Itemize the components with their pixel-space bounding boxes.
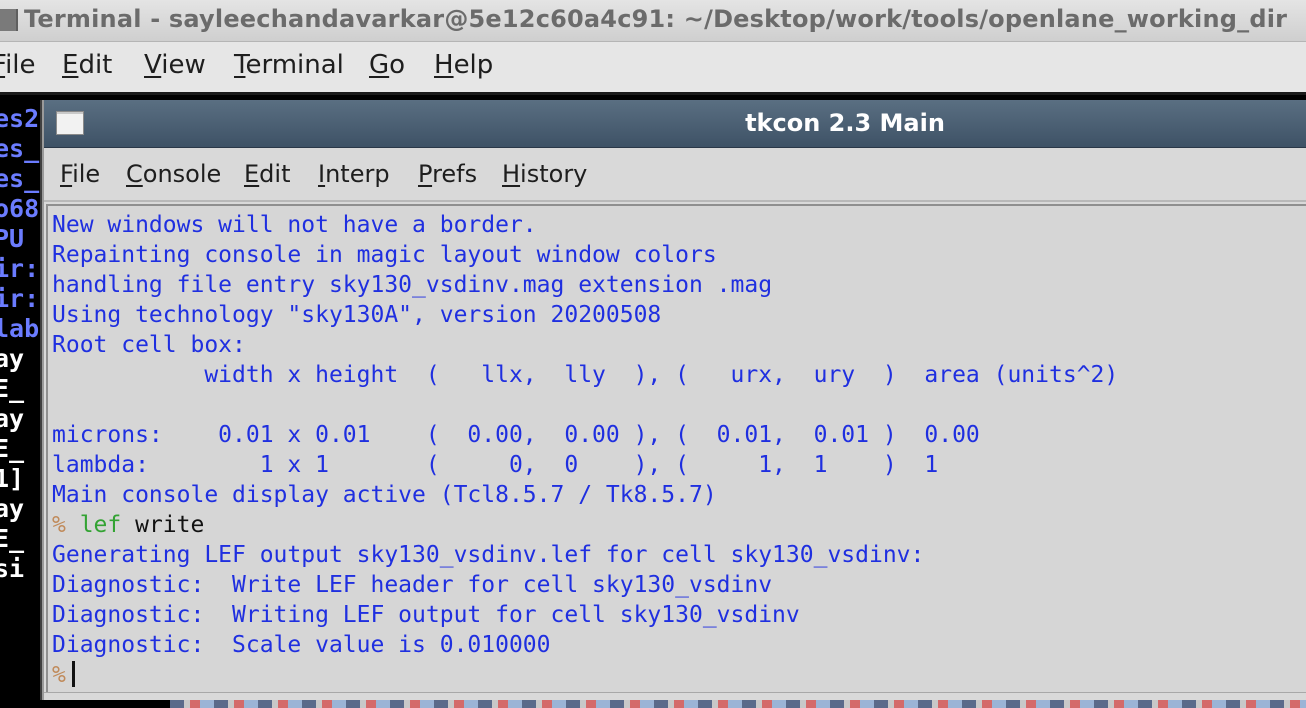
console-output-line: Repainting console in magic layout windo…	[52, 242, 717, 268]
window-menu-icon[interactable]	[0, 9, 18, 31]
menu-terminal[interactable]: Terminal	[234, 50, 344, 80]
console-command-args: write	[135, 512, 205, 538]
menu-mnemonic: V	[144, 50, 162, 80]
menu-mnemonic: I	[318, 160, 326, 188]
menu-mnemonic: E	[62, 50, 79, 80]
menu-mnemonic: T	[234, 50, 246, 80]
menu-help[interactable]: Help	[434, 50, 493, 80]
console-output-line: Diagnostic: Writing LEF output for cell …	[52, 602, 800, 628]
console-output-line: width x height ( llx, lly ), ( urx, ury …	[52, 362, 1119, 388]
console-prompt: %	[52, 662, 66, 688]
menu-mnemonic: H	[434, 50, 454, 80]
console-output-line: New windows will not have a border.	[52, 212, 537, 238]
tkcon-bottom-edge	[44, 692, 1306, 700]
menu-mnemonic: H	[502, 160, 521, 188]
menu-mnemonic: P	[418, 160, 433, 188]
tkcon-titlebar[interactable]: tkcon 2.3 Main	[44, 100, 1306, 148]
console-output-line: Using technology "sky130A", version 2020…	[52, 302, 662, 328]
terminal-menubar: File Edit View Terminal Go Help	[0, 42, 1306, 92]
terminal-title: Terminal - sayleechandavarkar@5e12c60a4c…	[24, 5, 1288, 33]
menu-edit[interactable]: Edit	[62, 50, 112, 80]
menu-mnemonic: G	[369, 50, 390, 80]
console-command: lef	[79, 512, 136, 538]
menu-go[interactable]: Go	[369, 50, 405, 80]
tkcon-menu-prefs[interactable]: Prefs	[418, 160, 477, 188]
console-command-line: % lef write	[52, 510, 204, 540]
menu-mnemonic: F	[0, 50, 5, 80]
tkcon-menu-file[interactable]: File	[60, 160, 100, 188]
console-output-line: Generating LEF output sky130_vsdinv.lef …	[52, 542, 925, 568]
console-input-line[interactable]: %	[52, 660, 75, 690]
terminal-titlebar[interactable]: Terminal - sayleechandavarkar@5e12c60a4c…	[0, 0, 1306, 42]
menu-mnemonic: F	[60, 160, 73, 188]
console-prompt: %	[52, 512, 80, 538]
console-output-line: Diagnostic: Scale value is 0.010000	[52, 632, 551, 658]
console-output-line: lambda: 1 x 1 ( 0, 0 ), ( 1, 1 ) 1	[52, 452, 939, 478]
menu-mnemonic: E	[244, 160, 260, 188]
menu-view[interactable]: View	[144, 50, 206, 80]
menu-mnemonic: C	[126, 160, 143, 188]
menu-file[interactable]: File	[0, 50, 36, 80]
tkcon-menu-history[interactable]: History	[502, 160, 587, 188]
console-output-line: handling file entry sky130_vsdinv.mag ex…	[52, 272, 773, 298]
tkcon-menubar: File Console Edit Interp Prefs History	[44, 148, 1306, 202]
tkcon-menu-interp[interactable]: Interp	[318, 160, 390, 188]
tkcon-menu-console[interactable]: Console	[126, 160, 221, 188]
console-output-line: Main console display active (Tcl8.5.7 / …	[52, 482, 717, 508]
tkcon-title: tkcon 2.3 Main	[745, 109, 945, 137]
tkcon-console[interactable]: New windows will not have a border. Repai…	[46, 204, 1306, 692]
tkcon-window: tkcon 2.3 Main File Console Edit Interp …	[42, 100, 1306, 700]
tkcon-menu-edit[interactable]: Edit	[244, 160, 290, 188]
magic-layout-window-edge	[170, 700, 1306, 708]
console-output-line: microns: 0.01 x 0.01 ( 0.00, 0.00 ), ( 0…	[52, 422, 980, 448]
text-cursor	[71, 661, 75, 687]
console-output-line: Diagnostic: Write LEF header for cell sk…	[52, 572, 773, 598]
console-output-line: Root cell box:	[52, 332, 246, 358]
